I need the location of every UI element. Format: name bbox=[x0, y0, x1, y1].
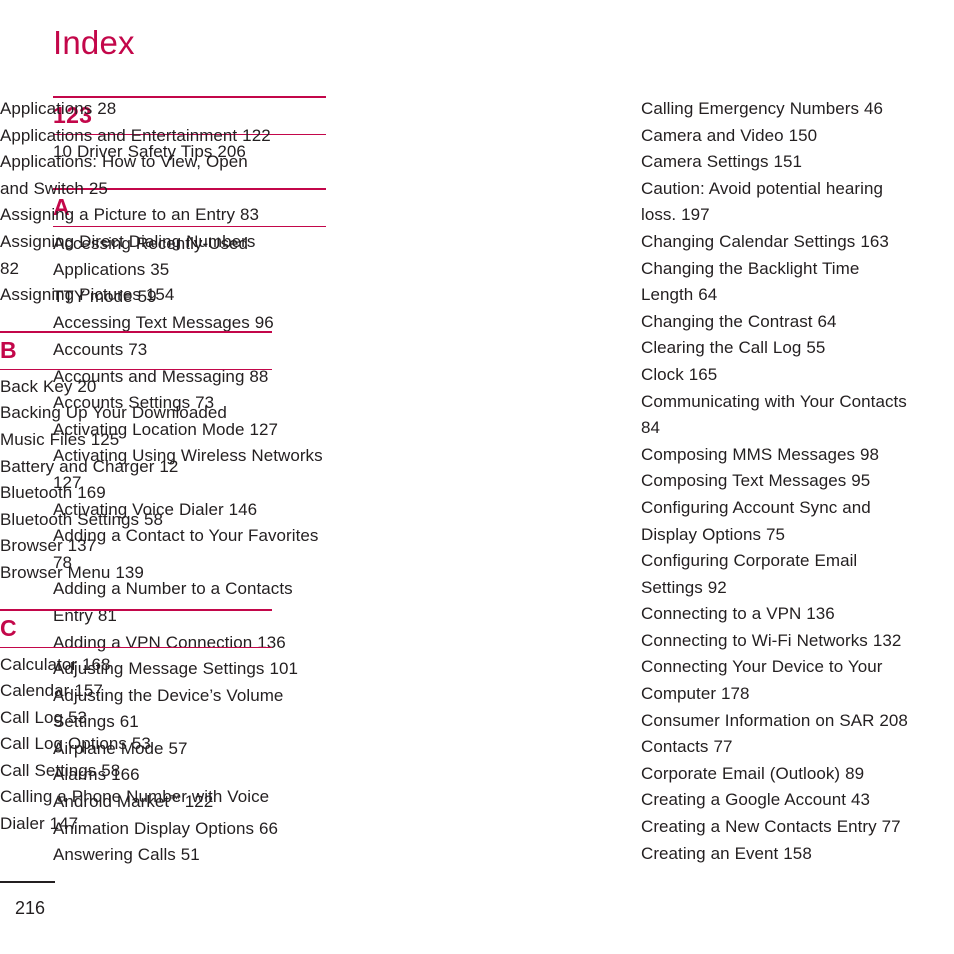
index-entry[interactable]: Changing the Backlight Time Length 64 bbox=[641, 256, 914, 309]
index-entry[interactable]: Connecting Your Device to Your Computer … bbox=[641, 654, 914, 707]
index-entry[interactable]: Connecting to Wi-Fi Networks 132 bbox=[641, 628, 914, 655]
index-entry[interactable]: Configuring Corporate Email Settings 92 bbox=[641, 548, 914, 601]
index-entry[interactable]: Applications 28 bbox=[0, 96, 272, 123]
index-entry[interactable]: Changing the Contrast 64 bbox=[641, 309, 914, 336]
index-entry[interactable]: Back Key 20 bbox=[0, 374, 272, 401]
index-section: B Back Key 20 Backing Up Your Downloaded M… bbox=[0, 330, 272, 587]
index-section: C Calculator 168 Calendar 157 Call Log 53 Ca… bbox=[0, 608, 272, 838]
section-letter: B bbox=[0, 336, 17, 363]
index-entry[interactable]: Assigning Pictures 154 bbox=[0, 282, 272, 309]
index-entry[interactable]: Contacts 77 bbox=[641, 734, 914, 761]
index-column-3: Calling Emergency Numbers 46 Camera and V… bbox=[641, 96, 914, 867]
index-entry-list: Calculator 168 Calendar 157 Call Log 53 Cal… bbox=[0, 648, 272, 838]
index-entry[interactable]: Changing Calendar Settings 163 bbox=[641, 229, 914, 256]
index-entry-list: Calling Emergency Numbers 46 Camera and V… bbox=[641, 96, 914, 867]
index-entry[interactable]: Bluetooth Settings 58 bbox=[0, 507, 272, 534]
index-entry[interactable]: Connecting to a VPN 136 bbox=[641, 601, 914, 628]
index-entry[interactable]: Calendar 157 bbox=[0, 678, 272, 705]
footer-rule bbox=[0, 881, 55, 883]
index-entry[interactable]: Configuring Account Sync and Display Opt… bbox=[641, 495, 914, 548]
index-entry[interactable]: Browser 137 bbox=[0, 533, 272, 560]
index-entry[interactable]: Caution: Avoid potential hearing loss. 1… bbox=[641, 176, 914, 229]
index-entry[interactable]: Answering Calls 51 bbox=[53, 842, 326, 869]
index-page: Index 123 10 Driver Safety Tips 206 A Acces… bbox=[0, 0, 954, 954]
index-entry[interactable]: Camera and Video 150 bbox=[641, 123, 914, 150]
index-entry[interactable]: Assigning Direct Dialing Numbers 82 bbox=[0, 229, 272, 282]
page-title: Index bbox=[53, 24, 135, 61]
index-entry[interactable]: Clearing the Call Log 55 bbox=[641, 335, 914, 362]
index-entry[interactable]: Assigning a Picture to an Entry 83 bbox=[0, 202, 272, 229]
index-entry[interactable]: Creating a New Contacts Entry 77 bbox=[641, 814, 914, 841]
index-entry[interactable]: Composing Text Messages 95 bbox=[641, 468, 914, 495]
index-entry[interactable]: Call Log 53 bbox=[0, 705, 272, 732]
index-entry[interactable]: Corporate Email (Outlook) 89 bbox=[641, 761, 914, 788]
index-entry-list: Applications 28 Applications and Entertai… bbox=[0, 96, 272, 309]
index-entry[interactable]: Clock 165 bbox=[641, 362, 914, 389]
index-entry[interactable]: Creating a Google Account 43 bbox=[641, 787, 914, 814]
index-entry[interactable]: Calculator 168 bbox=[0, 652, 272, 679]
index-entry[interactable]: Bluetooth 169 bbox=[0, 480, 272, 507]
index-entry-list: Back Key 20 Backing Up Your Downloaded Mu… bbox=[0, 370, 272, 587]
index-entry[interactable]: Browser Menu 139 bbox=[0, 560, 272, 587]
index-entry[interactable]: Consumer Information on SAR 208 bbox=[641, 708, 914, 735]
index-entry[interactable]: Backing Up Your Downloaded Music Files 1… bbox=[0, 400, 272, 453]
index-entry[interactable]: Applications: How to View, Open and Swit… bbox=[0, 149, 272, 202]
index-entry[interactable]: Creating an Event 158 bbox=[641, 841, 914, 868]
index-entry[interactable]: Calling a Phone Number with Voice Dialer… bbox=[0, 784, 272, 837]
index-entry[interactable]: Composing MMS Messages 98 bbox=[641, 442, 914, 469]
index-entry[interactable]: Applications and Entertainment 122 bbox=[0, 123, 272, 150]
page-number: 216 bbox=[15, 898, 46, 918]
index-entry[interactable]: Communicating with Your Contacts 84 bbox=[641, 389, 914, 442]
index-entry[interactable]: Calling Emergency Numbers 46 bbox=[641, 96, 914, 123]
index-column-2: Applications 28 Applications and Entertai… bbox=[0, 96, 272, 838]
section-letter: C bbox=[0, 614, 17, 641]
index-entry[interactable]: Camera Settings 151 bbox=[641, 149, 914, 176]
index-entry[interactable]: Call Settings 58 bbox=[0, 758, 272, 785]
index-entry[interactable]: Call Log Options 53 bbox=[0, 731, 272, 758]
index-entry[interactable]: Battery and Charger 12 bbox=[0, 454, 272, 481]
